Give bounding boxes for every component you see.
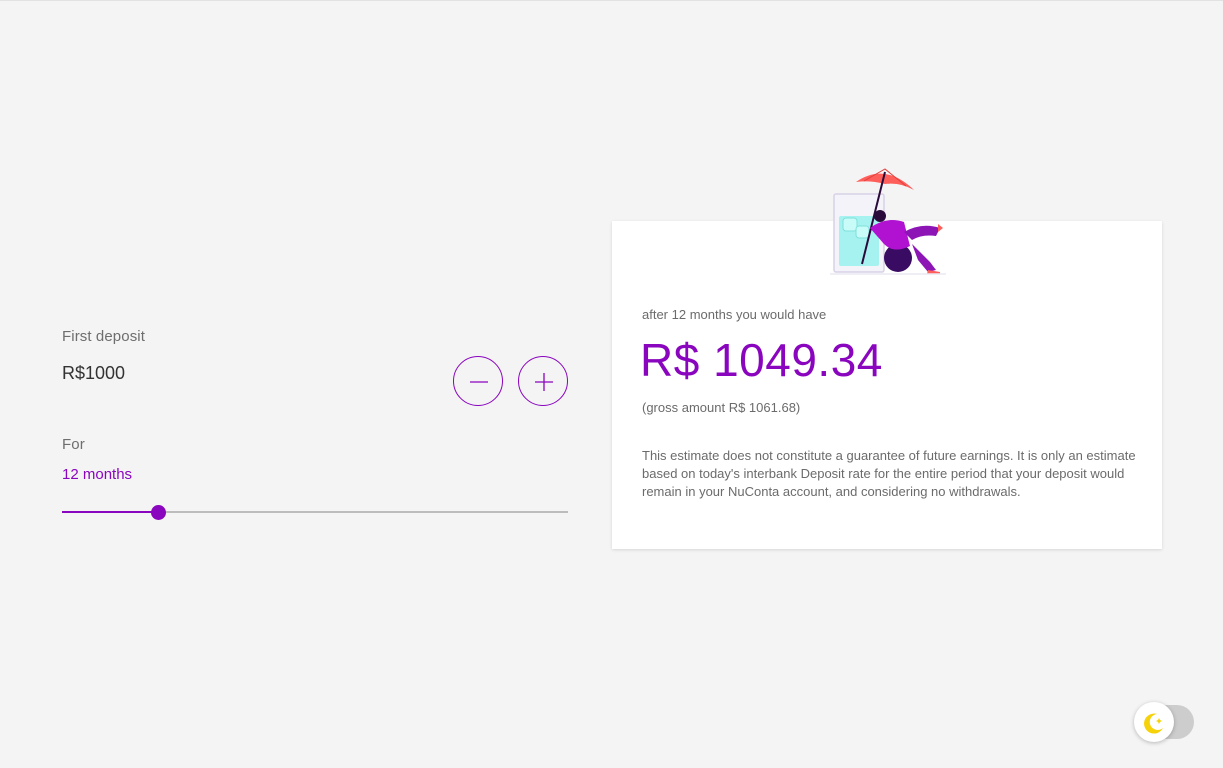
first-deposit-label: First deposit: [62, 328, 145, 345]
period-label: For: [62, 436, 85, 453]
decrease-deposit-button[interactable]: [453, 356, 503, 406]
moon-icon: [1144, 713, 1163, 734]
theme-toggle[interactable]: [1134, 702, 1194, 742]
deposit-form: First deposit R$1000 For 12 months: [62, 328, 568, 520]
top-divider: [0, 0, 1223, 1]
increase-deposit-button[interactable]: [518, 356, 568, 406]
period-slider[interactable]: [62, 504, 568, 520]
result-caption: after 12 months you would have: [642, 307, 827, 322]
slider-fill: [62, 511, 159, 513]
minus-icon: [470, 381, 488, 383]
net-amount: R$ 1049.34: [640, 334, 883, 386]
beach-umbrella-illustration: [830, 168, 946, 275]
deposit-amount: R$1000: [62, 363, 126, 383]
deposit-row: R$1000: [62, 355, 568, 407]
disclaimer-text: This estimate does not constitute a guar…: [642, 448, 1136, 499]
plus-icon: [535, 373, 553, 391]
toggle-knob[interactable]: [1134, 702, 1174, 742]
period-value: 12 months: [62, 466, 133, 483]
gross-amount: (gross amount R$ 1061.68): [642, 400, 801, 415]
slider-thumb[interactable]: [151, 505, 167, 520]
